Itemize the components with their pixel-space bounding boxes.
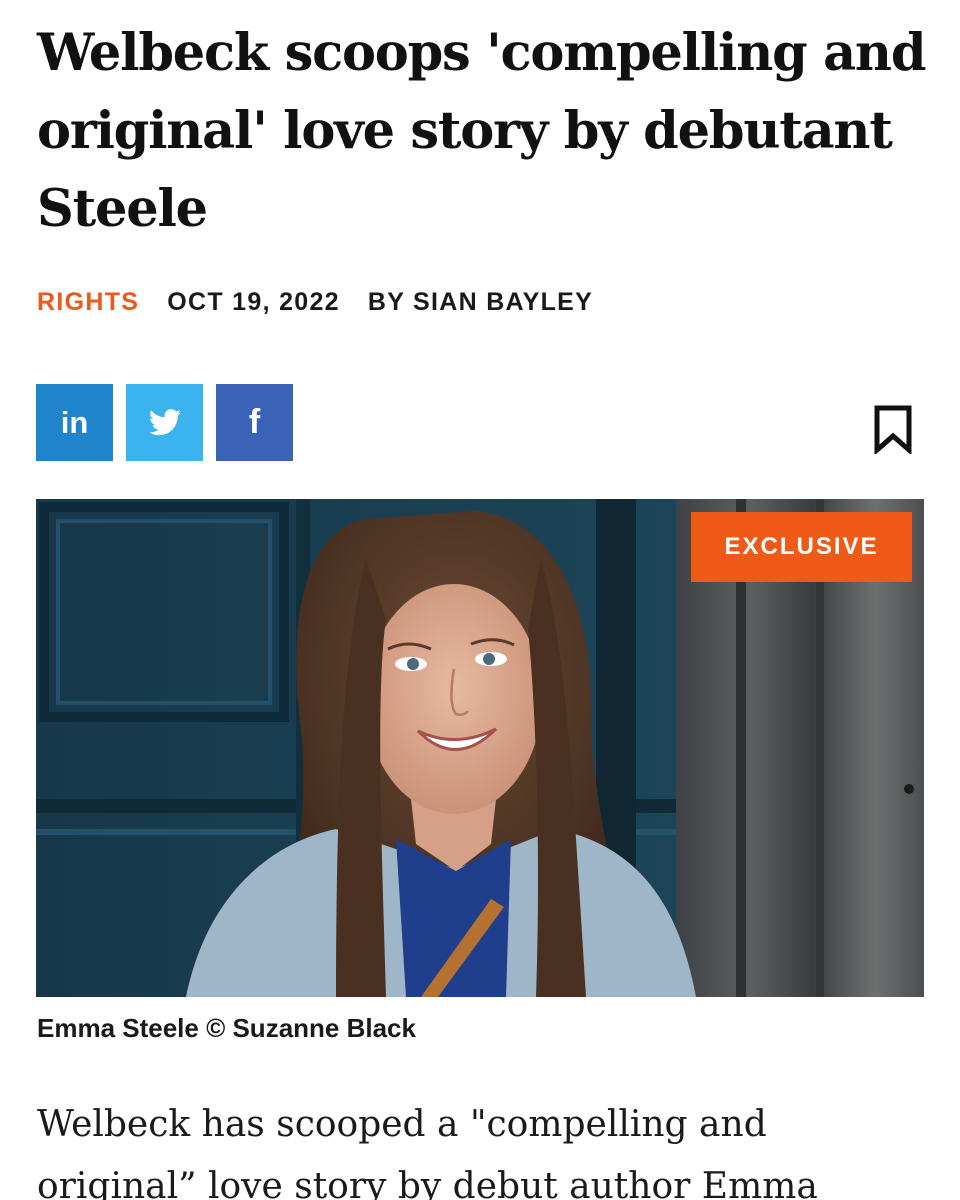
author-byline[interactable]: BY SIAN BAYLEY xyxy=(368,288,593,317)
publish-date: OCT 19, 2022 xyxy=(167,287,340,316)
article-body-intro: Welbeck has scooped a "compelling and or… xyxy=(37,1104,818,1200)
share-bar: in f xyxy=(36,384,293,461)
bookmark-icon[interactable] xyxy=(872,404,914,454)
linkedin-icon: in xyxy=(60,404,89,440)
hero-image: EXCLUSIVE xyxy=(36,499,924,997)
category-link[interactable]: RIGHTS xyxy=(37,288,139,317)
exclusive-badge: EXCLUSIVE xyxy=(691,512,912,582)
facebook-icon: f xyxy=(248,403,261,441)
twitter-icon xyxy=(148,409,181,436)
facebook-share-button[interactable]: f xyxy=(216,384,293,461)
article-meta: RIGHTS OCT 19, 2022 BY SIAN BAYLEY xyxy=(37,284,593,320)
linkedin-share-button[interactable]: in xyxy=(36,384,113,461)
image-caption: Emma Steele © Suzanne Black xyxy=(37,1013,416,1043)
article-headline: Welbeck scoops 'compelling and original'… xyxy=(37,23,926,239)
twitter-share-button[interactable] xyxy=(126,384,203,461)
